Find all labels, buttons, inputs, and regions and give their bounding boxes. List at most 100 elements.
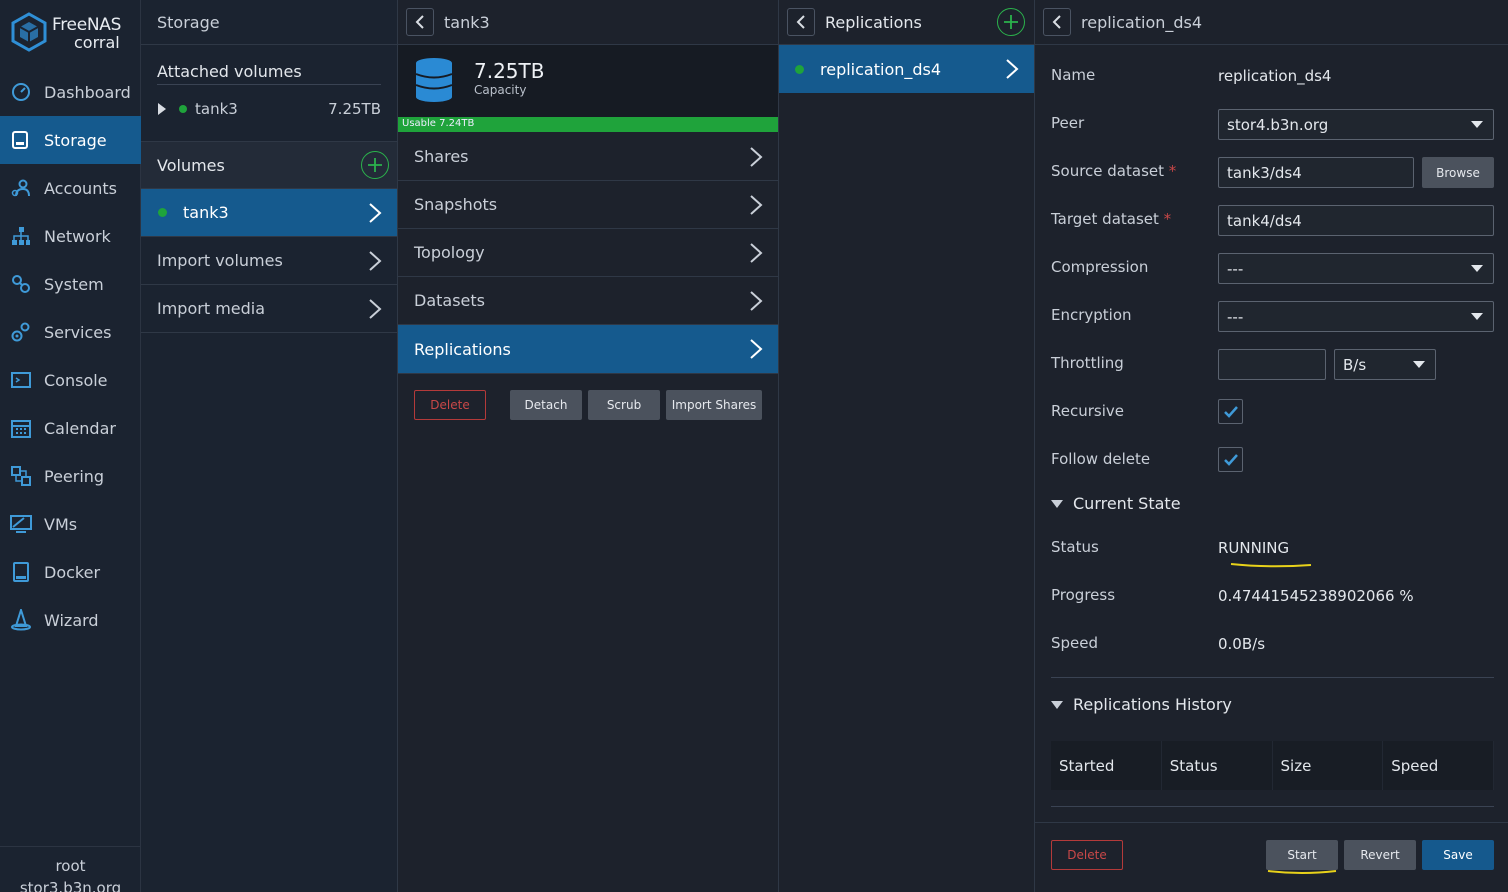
nav-calendar[interactable]: Calendar [0,404,141,452]
caret-down-icon [1471,265,1483,272]
follow-delete-label: Follow delete [1051,450,1151,468]
menu-datasets[interactable]: Datasets [398,277,778,325]
nav-network[interactable]: Network [0,212,141,260]
peer-label: Peer [1051,114,1085,132]
current-state-toggle[interactable]: Current State [1051,494,1181,513]
attached-volume-row[interactable]: tank3 7.25TB [157,98,381,120]
chevron-right-icon [1006,59,1019,79]
chevron-right-icon [369,250,382,271]
menu-snapshots[interactable]: Snapshots [398,181,778,229]
user-name[interactable]: root [0,857,141,875]
nav-label: Calendar [44,418,116,438]
detail-title: replication_ds4 [1081,12,1203,32]
compression-value: --- [1227,259,1244,278]
replications-header: Replications [779,0,1034,45]
freenas-logo: FreeNAS corral [10,12,135,56]
delete-volume-button[interactable]: Delete [414,390,486,420]
history-col-status[interactable]: Status [1162,741,1273,790]
save-button[interactable]: Save [1422,840,1494,870]
storage-panel: Storage Attached volumes tank3 7.25TB Vo… [141,0,398,892]
replications-panel: Replications replication_ds4 [779,0,1035,892]
checkmark-icon [1223,405,1238,418]
source-dataset-value: tank3/ds4 [1227,163,1302,182]
nav-docker[interactable]: Docker [0,548,141,596]
follow-delete-checkbox[interactable] [1218,447,1243,472]
source-dataset-input[interactable]: tank3/ds4 [1218,157,1414,188]
nav-label: Accounts [44,178,117,198]
volume-row-tank3[interactable]: tank3 [141,189,397,237]
delete-replication-button[interactable]: Delete [1051,840,1123,870]
throttling-unit-select[interactable]: B/s [1334,349,1436,380]
nav-peering[interactable]: Peering [0,452,141,500]
start-button[interactable]: Start [1266,840,1338,870]
peer-select[interactable]: stor4.b3n.org [1218,109,1494,140]
volume-title: tank3 [444,12,490,32]
replication-row[interactable]: replication_ds4 [779,45,1034,93]
nav-accounts[interactable]: Accounts [0,164,141,212]
chevron-right-icon [750,339,763,359]
peering-icon [10,465,32,487]
add-replication-button[interactable] [997,8,1025,36]
chevron-right-icon [369,298,382,319]
scrub-button[interactable]: Scrub [588,390,660,420]
attached-volume-size: 7.25TB [328,100,381,118]
chevron-left-icon [415,15,424,29]
throttling-unit-value: B/s [1343,355,1367,374]
nav-services[interactable]: Services [0,308,141,356]
freenas-cube-icon [11,12,47,52]
status-label: Status [1051,538,1099,556]
target-dataset-input[interactable]: tank4/ds4 [1218,205,1494,236]
history-col-speed[interactable]: Speed [1383,741,1494,790]
throttling-label: Throttling [1051,354,1124,372]
encryption-select[interactable]: --- [1218,301,1494,332]
menu-replications[interactable]: Replications [398,325,778,374]
speed-label: Speed [1051,634,1099,652]
nav-label: System [44,274,104,294]
import-media-label: Import media [157,299,266,318]
nav-label: VMs [44,514,78,534]
database-icon [415,58,453,102]
nav-system[interactable]: System [0,260,141,308]
nav-vms[interactable]: VMs [0,500,141,548]
nav-dashboard[interactable]: Dashboard [0,68,141,116]
back-button[interactable] [1043,8,1071,36]
menu-shares[interactable]: Shares [398,133,778,181]
nav-label: Dashboard [44,82,131,102]
nav-label: Wizard [44,610,99,630]
checkmark-icon [1223,453,1238,466]
back-button[interactable] [406,8,434,36]
usable-label: Usable 7.24TB [402,118,475,129]
recursive-label: Recursive [1051,402,1124,420]
import-volumes-row[interactable]: Import volumes [141,237,397,285]
detach-button[interactable]: Detach [510,390,582,420]
import-shares-button[interactable]: Import Shares [666,390,762,420]
replications-history-toggle[interactable]: Replications History [1051,695,1232,714]
history-col-started[interactable]: Started [1051,741,1162,790]
expand-triangle-icon[interactable] [157,103,167,115]
name-value: replication_ds4 [1218,67,1332,85]
menu-topology[interactable]: Topology [398,229,778,277]
add-volume-button[interactable] [361,151,389,179]
browse-button[interactable]: Browse [1422,157,1494,188]
history-col-size[interactable]: Size [1273,741,1384,790]
nav-wizard[interactable]: Wizard [0,596,141,644]
back-button[interactable] [787,8,815,36]
caret-down-icon [1471,313,1483,320]
import-media-row[interactable]: Import media [141,285,397,333]
speed-value: 0.0B/s [1218,635,1266,653]
revert-button[interactable]: Revert [1344,840,1416,870]
recursive-checkbox[interactable] [1218,399,1243,424]
chevron-right-icon [750,290,763,311]
nav-label: Docker [44,562,101,582]
encryption-label: Encryption [1051,306,1132,324]
nav-label: Peering [44,466,105,486]
throttling-input[interactable] [1218,349,1326,380]
main-sidebar: FreeNAS corral Dashboard Storage Account… [0,0,141,892]
status-dot-icon [179,105,187,113]
compression-select[interactable]: --- [1218,253,1494,284]
nav-storage[interactable]: Storage [0,116,141,164]
progress-value: 0.47441545238902066 % [1218,587,1414,605]
menu-label: Replications [414,339,511,359]
nav-console[interactable]: Console [0,356,141,404]
replication-name: replication_ds4 [820,59,942,79]
